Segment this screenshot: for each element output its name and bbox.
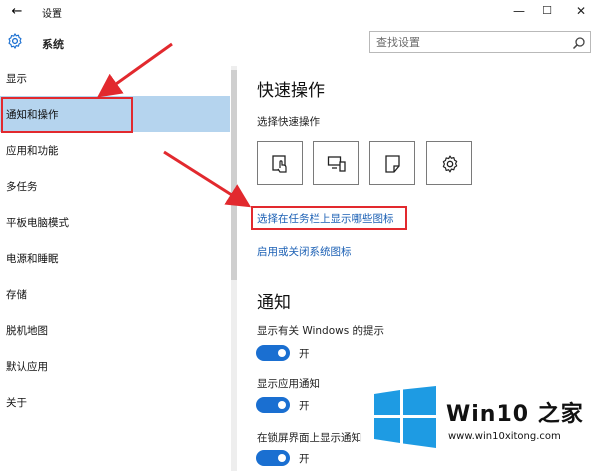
gear-icon (6, 32, 24, 50)
toggle-state-label: 开 (299, 400, 310, 412)
toggle-state-label: 开 (299, 348, 310, 360)
settings-gear-icon (442, 155, 458, 173)
sidebar-item-apps[interactable]: 应用和功能 (0, 132, 230, 168)
windows-tips-label: 显示有关 Windows 的提示 (257, 325, 385, 337)
quick-action-tile-settings[interactable] (426, 141, 472, 185)
search-icon[interactable] (572, 35, 586, 50)
search-input[interactable] (370, 32, 566, 52)
tablet-mode-icon (272, 155, 287, 173)
watermark-url: www.win10xitong.com (448, 431, 561, 442)
watermark-brand: Win10 之家 (446, 402, 584, 427)
sidebar-item-label: 脱机地图 (6, 325, 48, 337)
project-display-icon (327, 156, 346, 172)
quick-action-tile-project[interactable] (313, 141, 359, 185)
windows-tips-toggle[interactable] (256, 345, 290, 361)
quick-actions-heading: 快速操作 (257, 81, 325, 101)
note-icon (385, 155, 400, 173)
annotation-highlight-box (251, 206, 407, 230)
toggle-knob (278, 349, 286, 357)
window-title: 设置 (42, 9, 62, 20)
toggle-knob (278, 401, 286, 409)
sidebar-item-label: 电源和睡眠 (6, 253, 59, 265)
sidebar-item-storage[interactable]: 存储 (0, 276, 230, 312)
lockscreen-notifications-label: 在锁屏界面上显示通知 (257, 432, 362, 444)
sidebar-item-label: 存储 (6, 289, 27, 301)
toggle-state-label: 开 (299, 453, 310, 465)
lockscreen-notifications-toggle[interactable] (256, 450, 290, 466)
annotation-highlight-box (1, 97, 133, 133)
sidebar-item-label: 默认应用 (6, 361, 48, 373)
app-notifications-label: 显示应用通知 (257, 378, 320, 390)
sidebar-item-offline-maps[interactable]: 脱机地图 (0, 312, 230, 348)
system-icons-link[interactable]: 启用或关闭系统图标 (257, 244, 352, 259)
quick-action-tile-tablet[interactable] (257, 141, 303, 185)
sidebar-item-label: 多任务 (6, 181, 38, 193)
sidebar-item-label: 平板电脑模式 (6, 217, 69, 229)
sidebar-item-default-apps[interactable]: 默认应用 (0, 348, 230, 384)
sidebar-item-label: 应用和功能 (6, 145, 59, 157)
notifications-heading: 通知 (257, 293, 291, 313)
quick-actions-subtitle: 选择快速操作 (257, 116, 320, 128)
sidebar-item-power-sleep[interactable]: 电源和睡眠 (0, 240, 230, 276)
app-notifications-toggle[interactable] (256, 397, 290, 413)
close-button[interactable]: ✕ (564, 0, 598, 22)
sidebar-item-label: 显示 (6, 73, 27, 85)
sidebar-scrollbar-thumb[interactable] (231, 70, 237, 280)
quick-action-tile-note[interactable] (369, 141, 415, 185)
back-button[interactable]: ← (6, 2, 28, 22)
sidebar-item-tablet-mode[interactable]: 平板电脑模式 (0, 204, 230, 240)
section-title: 系统 (42, 38, 64, 51)
search-box[interactable] (369, 31, 591, 53)
windows-logo-icon (372, 386, 438, 448)
sidebar-item-multitasking[interactable]: 多任务 (0, 168, 230, 204)
sidebar-item-about[interactable]: 关于 (0, 384, 230, 420)
maximize-button[interactable]: ☐ (530, 0, 564, 22)
sidebar-item-label: 关于 (6, 397, 27, 409)
toggle-knob (278, 454, 286, 462)
sidebar-item-display[interactable]: 显示 (0, 60, 230, 96)
